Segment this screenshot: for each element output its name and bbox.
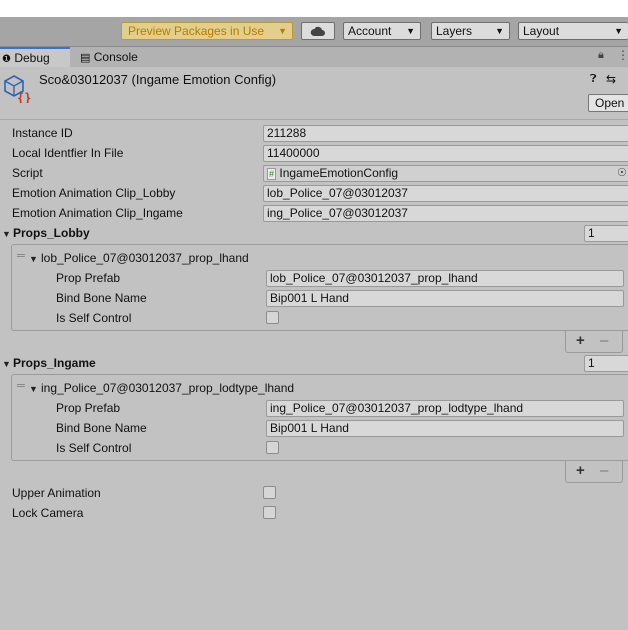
minus-icon[interactable]: – bbox=[600, 332, 608, 349]
props-ingame-add-remove: + – bbox=[565, 461, 623, 483]
is-self-control-label: Is Self Control bbox=[56, 311, 132, 325]
tab-console[interactable]: ▤ Console bbox=[80, 47, 160, 67]
props-lobby-add-remove: + – bbox=[565, 331, 623, 353]
object-title: Sco&03012037 (Ingame Emotion Config) bbox=[39, 72, 277, 87]
foldout-expanded-icon[interactable]: ▼ bbox=[29, 384, 38, 394]
local-identifier-label: Local Identfier In File bbox=[12, 146, 124, 160]
lock-camera-checkbox[interactable] bbox=[263, 506, 276, 519]
layers-label: Layers bbox=[436, 24, 473, 38]
tab-debug-label: Debug bbox=[14, 51, 50, 65]
caret-down-icon: ▼ bbox=[278, 26, 287, 36]
window-top-band bbox=[0, 0, 628, 17]
layout-label: Layout bbox=[523, 24, 560, 38]
foldout-expanded-icon[interactable]: ▼ bbox=[2, 229, 11, 239]
upper-animation-checkbox[interactable] bbox=[263, 486, 276, 499]
props-ingame-self-control-checkbox[interactable] bbox=[266, 441, 279, 454]
preview-packages-dropdown[interactable]: Preview Packages in Use ▼ bbox=[121, 22, 293, 40]
clip-lobby-field[interactable]: lob_Police_07@03012037 bbox=[263, 185, 628, 202]
foldout-expanded-icon[interactable]: ▼ bbox=[29, 254, 38, 264]
tab-console-label: Console bbox=[93, 50, 138, 64]
minus-icon[interactable]: – bbox=[600, 462, 608, 479]
inspector-header: {} Sco&03012037 (Ingame Emotion Config) … bbox=[0, 67, 628, 120]
plus-icon[interactable]: + bbox=[576, 462, 585, 479]
caret-down-icon: ▼ bbox=[495, 26, 504, 36]
instance-id-field[interactable]: 211288 bbox=[263, 125, 628, 142]
kebab-menu-icon[interactable]: ⋮ bbox=[617, 48, 628, 62]
cloud-button[interactable] bbox=[301, 22, 335, 40]
props-ingame-element-name[interactable]: ing_Police_07@03012037_prop_lodtype_lhan… bbox=[41, 381, 294, 395]
prop-prefab-label: Prop Prefab bbox=[56, 401, 121, 415]
caret-down-icon: ▼ bbox=[406, 26, 415, 36]
script-label: Script bbox=[12, 166, 43, 180]
local-identifier-field[interactable]: 11400000 bbox=[263, 145, 628, 162]
account-dropdown[interactable]: Account ▼ bbox=[343, 22, 421, 40]
props-lobby-label[interactable]: Props_Lobby bbox=[13, 226, 90, 240]
clip-ingame-label: Emotion Animation Clip_Ingame bbox=[12, 206, 183, 220]
help-icon[interactable]: ❓︎ bbox=[590, 73, 597, 86]
bind-bone-name-label: Bind Bone Name bbox=[56, 421, 147, 435]
layers-dropdown[interactable]: Layers ▼ bbox=[431, 22, 510, 40]
props-lobby-element-name[interactable]: lob_Police_07@03012037_prop_lhand bbox=[41, 251, 249, 265]
instance-id-label: Instance ID bbox=[12, 126, 73, 140]
drag-handle-icon[interactable]: ═ bbox=[17, 380, 25, 392]
script-file-icon: # bbox=[267, 168, 277, 180]
clip-lobby-label: Emotion Animation Clip_Lobby bbox=[12, 186, 176, 200]
svg-text:{}: {} bbox=[17, 91, 31, 103]
main-toolbar: Preview Packages in Use ▼ Account ▼ Laye… bbox=[0, 17, 628, 47]
props-ingame-prop-prefab-field[interactable]: ing_Police_07@03012037_prop_lodtype_lhan… bbox=[266, 400, 624, 417]
scriptable-object-icon: {} bbox=[4, 75, 31, 103]
caret-down-icon: ▼ bbox=[614, 26, 623, 36]
is-self-control-label: Is Self Control bbox=[56, 441, 132, 455]
object-picker-icon[interactable]: ☉ bbox=[617, 166, 627, 181]
prop-prefab-label: Prop Prefab bbox=[56, 271, 121, 285]
info-icon: ❶ bbox=[2, 54, 11, 65]
lock-icon[interactable]: 🔒︎ bbox=[598, 49, 604, 62]
props-lobby-self-control-checkbox[interactable] bbox=[266, 311, 279, 324]
layout-dropdown[interactable]: Layout ▼ bbox=[518, 22, 628, 40]
props-lobby-count-field[interactable]: 1 bbox=[584, 225, 628, 242]
drag-handle-icon[interactable]: ═ bbox=[17, 250, 25, 262]
tab-bar: ❶ Debug ▤ Console 🔒︎ ⋮ bbox=[0, 47, 628, 68]
cloud-icon bbox=[310, 26, 325, 36]
props-ingame-bind-bone-field[interactable]: Bip001 L Hand bbox=[266, 420, 624, 437]
props-lobby-bind-bone-field[interactable]: Bip001 L Hand bbox=[266, 290, 624, 307]
foldout-expanded-icon[interactable]: ▼ bbox=[2, 359, 11, 369]
account-label: Account bbox=[348, 24, 392, 38]
presets-icon[interactable]: ⇆ bbox=[606, 72, 616, 86]
preview-packages-label: Preview Packages in Use bbox=[128, 24, 265, 38]
console-icon: ▤ bbox=[80, 52, 91, 64]
script-field[interactable]: # IngameEmotionConfig ☉ bbox=[263, 165, 628, 182]
props-ingame-count-field[interactable]: 1 bbox=[584, 355, 628, 372]
props-ingame-label[interactable]: Props_Ingame bbox=[13, 356, 96, 370]
upper-animation-label: Upper Animation bbox=[12, 486, 101, 500]
open-button[interactable]: Open bbox=[588, 94, 628, 112]
props-lobby-prop-prefab-field[interactable]: lob_Police_07@03012037_prop_lhand bbox=[266, 270, 624, 287]
bind-bone-name-label: Bind Bone Name bbox=[56, 291, 147, 305]
script-field-value: IngameEmotionConfig bbox=[279, 166, 399, 180]
plus-icon[interactable]: + bbox=[576, 332, 585, 349]
tab-debug[interactable]: ❶ Debug bbox=[0, 47, 70, 67]
lock-camera-label: Lock Camera bbox=[12, 506, 84, 520]
clip-ingame-field[interactable]: ing_Police_07@03012037 bbox=[263, 205, 628, 222]
